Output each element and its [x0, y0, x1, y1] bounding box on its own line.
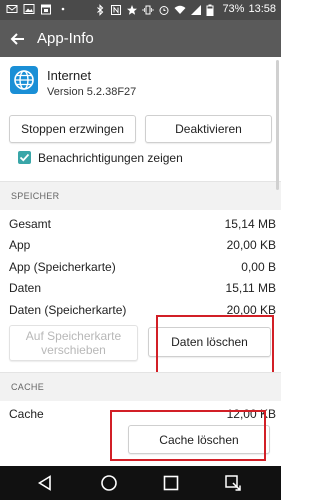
storage-row-label: App (Speicherkarte) — [9, 260, 116, 274]
storage-row-label: Daten — [9, 281, 42, 295]
app-name: Internet — [47, 68, 92, 83]
app-bar: App-Info — [0, 20, 281, 57]
notifications-checkbox[interactable] — [18, 151, 31, 164]
page-title: App-Info — [37, 30, 94, 47]
notifications-label: Benachrichtigungen zeigen — [38, 151, 183, 165]
move-to-sd-card-label-line1: Auf Speicherkarte — [25, 329, 122, 343]
force-stop-button[interactable]: Stoppen erzwingen — [9, 115, 136, 143]
status-bar: 73% 13:58 — [0, 0, 281, 20]
alarm-icon — [158, 4, 170, 16]
storage-row-value: 20,00 KB — [226, 238, 276, 252]
scrollbar[interactable] — [276, 60, 279, 190]
vibrate-icon — [142, 4, 154, 16]
storage-row-label: Daten (Speicherkarte) — [9, 303, 127, 317]
cache-section-header: CACHE — [0, 372, 281, 401]
bluetooth-icon — [94, 3, 106, 16]
storage-row-label: Gesamt — [9, 217, 52, 231]
disable-button[interactable]: Deaktivieren — [145, 115, 272, 143]
wifi-icon — [174, 4, 186, 16]
storage-row-value: 15,14 MB — [224, 217, 276, 231]
battery-percent: 73% — [222, 3, 245, 15]
clock: 13:58 — [248, 3, 276, 15]
highlight-box-clear-cache — [110, 410, 266, 461]
nfc-icon — [110, 4, 122, 16]
navigation-bar — [0, 466, 281, 500]
cache-row-label: Cache — [9, 407, 44, 421]
back-arrow-icon[interactable] — [8, 29, 28, 49]
storage-row-label: App — [9, 238, 31, 252]
cache-section-title: CACHE — [11, 382, 45, 392]
storage-section-title: SPEICHER — [11, 191, 60, 201]
qslide-icon[interactable] — [224, 474, 242, 492]
more-dots-icon — [57, 3, 69, 15]
highlight-box-clear-data — [156, 315, 274, 375]
storage-row-value: 15,11 MB — [225, 281, 276, 295]
status-bar-notifications — [6, 3, 69, 15]
signal-icon — [190, 4, 202, 16]
calendar-icon — [40, 3, 52, 15]
image-icon — [23, 3, 35, 15]
move-to-sd-card-label-line2: verschieben — [41, 343, 106, 357]
back-triangle-icon[interactable] — [36, 474, 54, 492]
storage-section-header: SPEICHER — [0, 181, 281, 210]
battery-icon — [206, 4, 218, 16]
move-to-sd-card-button: Auf Speicherkarte verschieben — [9, 325, 138, 361]
storage-row-value: 0,00 B — [241, 260, 276, 274]
recent-apps-square-icon[interactable] — [162, 474, 180, 492]
star-icon — [126, 4, 138, 16]
status-bar-system: 73% 13:58 — [94, 3, 276, 16]
internet-globe-icon — [10, 66, 38, 94]
home-circle-icon[interactable] — [100, 474, 118, 492]
app-version: Version 5.2.38F27 — [47, 86, 137, 98]
mail-icon — [6, 3, 18, 15]
